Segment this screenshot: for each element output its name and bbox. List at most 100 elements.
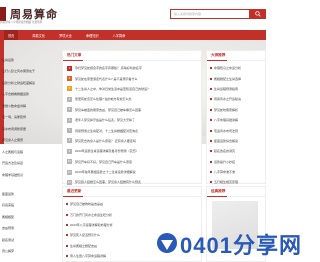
rank-badge: 11 [67, 169, 72, 175]
list-item[interactable]: 周易风水之开运秘诀 [210, 94, 262, 104]
bullet-dot [210, 87, 212, 90]
article-link[interactable]: 命理知识之命运分析 [214, 66, 241, 70]
left-link[interactable]: 人之属相与运程 [0, 146, 60, 158]
left-link[interactable]: 梦见亲人之寓意 [0, 135, 60, 147]
left-link[interactable]: 紫微斗数命盘详解 [0, 100, 60, 112]
left-link[interactable]: 生肖运势 [0, 54, 60, 66]
article-link[interactable]: 生肖属相之婚配吉凶 [70, 244, 97, 248]
article-link[interactable]: 万门的开门风水之命运生旺分析 [70, 213, 112, 217]
article-link[interactable]: 2023年兔年属相运势之十二生肖运势详细解说 [75, 170, 136, 174]
article-link[interactable]: 梦见别人结婚怎么回事，梦见亲人结婚有什么预兆 [75, 180, 141, 184]
nav-item-home[interactable]: 首页 [4, 29, 19, 41]
list-item[interactable]: 2 梦见蛇在家里游走代表什么?,是不是预示着什么 [67, 73, 197, 83]
article-link[interactable]: 周易预测之生肖配对，十二生肖婚姻配对查询表 [75, 129, 138, 133]
article-link[interactable]: 周易风水之开运秘诀 [214, 97, 241, 101]
list-item[interactable]: 属相婚配之生肖选择 [210, 73, 262, 83]
article-link[interactable]: 八字命理基础讲解 [214, 118, 238, 122]
list-item[interactable]: 3 十二生肖人之中，你对日常生活中是否知道自己的财运？ [67, 84, 197, 94]
article-link[interactable]: 男人生辰八字算命运程详解 [70, 254, 106, 258]
article-link[interactable]: 梦见车被盗的寓意吉凶，梦见自己被车撞怎么回事 [75, 108, 141, 112]
left-link[interactable]: 吉凶预测 [0, 223, 58, 235]
list-item[interactable]: 8 梦见死去的亲人是什么意思？,还有亲人要走吗 [67, 136, 197, 146]
list-item[interactable]: 5 梦见车被盗的寓意吉凶，梦见自己被车撞怎么回事 [67, 105, 197, 115]
search-input[interactable] [171, 10, 249, 18]
bullet-dot [210, 108, 212, 111]
list-item[interactable]: 宅运风水布局法则 [210, 125, 262, 135]
rank-badge: 10 [67, 159, 72, 165]
list-item[interactable]: 万门的开门风水之命运生旺分析 [66, 209, 198, 219]
left-link[interactable]: 宅一场，房屋装饰 [0, 112, 60, 124]
article-link[interactable]: 梦见蛇咬寓意解析 [214, 108, 238, 112]
list-item[interactable]: 运势提升小妙招 [210, 157, 262, 167]
list-item[interactable]: 梦见蛇咬寓意解析 [210, 105, 262, 115]
article-link[interactable]: 老年人梦见掉牙齿是什么征兆，梦见大牙掉了 [75, 118, 135, 122]
rank-badge: 8 [67, 138, 72, 144]
left-link[interactable]: 属相相配 [0, 211, 58, 223]
article-link[interactable]: 星座运势综合解读 [214, 139, 238, 143]
list-item[interactable]: 4 家里有蛇该怎么处理?,住的地方有蛇怎么办 [67, 94, 197, 104]
list-item[interactable]: 八字命理基础讲解 [210, 115, 262, 125]
article-link[interactable]: 属相婚配之生肖选择 [214, 77, 241, 81]
left-link[interactable]: 八字合婚看婚姻运势 [0, 89, 60, 101]
nav-item-dreams[interactable]: 梦境大全 [59, 33, 72, 38]
main-nav: 首页 周易文化 梦境大全 命理知识 八字算命 [0, 29, 266, 41]
article-link[interactable]: 五行相生相克原理 [214, 180, 238, 184]
left-link[interactable]: 风水布局调整家居 [0, 123, 60, 135]
left-link[interactable]: 好运来临 [0, 200, 58, 212]
left-link[interactable]: 起名测试 [0, 234, 58, 246]
left-link[interactable]: 星座运势 [0, 188, 58, 200]
article-link[interactable]: 梦见死去的亲人是什么意思？,还有亲人要走吗 [75, 139, 136, 143]
article-link[interactable]: 运势提升小妙招 [214, 160, 235, 164]
left-link[interactable]: 命理学基础知识 [0, 169, 60, 181]
nav-item-culture[interactable]: 周易文化 [32, 33, 45, 38]
list-item[interactable]: 11 2023年兔年属相运势之十二生肖运势详细解说 [67, 167, 197, 177]
title-underline [63, 60, 83, 61]
article-link[interactable]: 梦见蛇在家里游走代表什么?,是不是预示着什么 [75, 77, 138, 81]
left-link[interactable]: 运势分析之财运旺盛解读 [0, 77, 60, 89]
article-link[interactable]: 十二生肖人之中，你对日常生活中是否知道自己的财运？ [75, 87, 150, 91]
list-item[interactable]: 9 2023年运势生肖运程详解及各月份预测（农历） [67, 146, 197, 156]
article-link[interactable]: 2023年八字运程详解和命理分析 [70, 223, 113, 227]
site-logo[interactable]: 周易算命 周易算命八字测算运势婚姻 免费测算 [0, 3, 60, 25]
bullet-dot [66, 234, 68, 237]
left-link[interactable]: 周公解梦 [0, 246, 58, 258]
nav-item-bazi[interactable]: 八字算命 [113, 33, 126, 38]
search-button[interactable] [250, 9, 266, 19]
bullet-dot [66, 244, 68, 247]
panel-header: 经典推荐 [207, 187, 265, 197]
list-item[interactable]: 梦见自己被狗咬是吉是凶 [66, 199, 198, 209]
article-link[interactable]: 梦见死人复活预示什么 [70, 233, 100, 237]
bullet-dot [210, 160, 212, 163]
list-item[interactable]: 命理知识之命运分析 [210, 63, 262, 73]
title-underline [63, 196, 83, 197]
title-underline [207, 60, 227, 61]
bullet-dot [210, 171, 212, 174]
left-link[interactable]: 开运方法及禁忌 [0, 158, 60, 170]
bullet-dot [66, 203, 68, 206]
list-item[interactable]: 星座运势综合解读 [210, 136, 262, 146]
left-link[interactable]: 五行八卦之风水寓意在于 [0, 66, 60, 78]
list-item[interactable]: 起名改名的讲究 [210, 146, 262, 156]
article-link[interactable]: 生肖运程预测指南 [214, 87, 238, 91]
panel-header: 热门文章 [63, 51, 201, 61]
list-item[interactable]: 10 梦见开车好不好，梦见自己开车是什么意思 [67, 157, 197, 167]
list-item[interactable]: 生肖运程预测指南 [210, 84, 262, 94]
article-link[interactable]: 2023年运势生肖运程详解及各月份预测（农历） [75, 149, 139, 153]
article-link[interactable]: 家里有蛇该怎么处理?,住的地方有蛇怎么办 [75, 97, 132, 101]
list-item[interactable]: 7 周易预测之生肖配对，十二生肖婚姻配对查询表 [67, 125, 197, 135]
article-link[interactable]: 起名改名的讲究 [214, 149, 235, 153]
hot-articles-list: 1 孕妇梦见蛇缠身手的名字有哪些？,有啥好听的名字 2 梦见蛇在家里游走代表什么?,… [63, 61, 201, 190]
article-link[interactable]: 孕妇梦见蛇缠身手的名字有哪些？,有啥好听的名字 [75, 66, 142, 70]
logo-subtitle: 周易算命八字测算运势婚姻 免费测算 [0, 21, 43, 24]
bullet-dot [210, 129, 212, 132]
article-link[interactable]: 梦见自己被狗咬是吉是凶 [70, 202, 103, 206]
search-icon [255, 11, 261, 17]
title-underline [207, 196, 227, 197]
list-item[interactable]: 八字算命准不准 [210, 167, 262, 177]
article-link[interactable]: 八字算命准不准 [214, 170, 235, 174]
list-item[interactable]: 1 孕妇梦见蛇缠身手的名字有哪些？,有啥好听的名字 [67, 63, 197, 73]
article-link[interactable]: 梦见开车好不好，梦见自己开车是什么意思 [75, 160, 132, 164]
nav-item-fate[interactable]: 命理知识 [86, 33, 99, 38]
list-item[interactable]: 6 老年人梦见掉牙齿是什么征兆，梦见大牙掉了 [67, 115, 197, 125]
article-link[interactable]: 宅运风水布局法则 [214, 129, 238, 133]
